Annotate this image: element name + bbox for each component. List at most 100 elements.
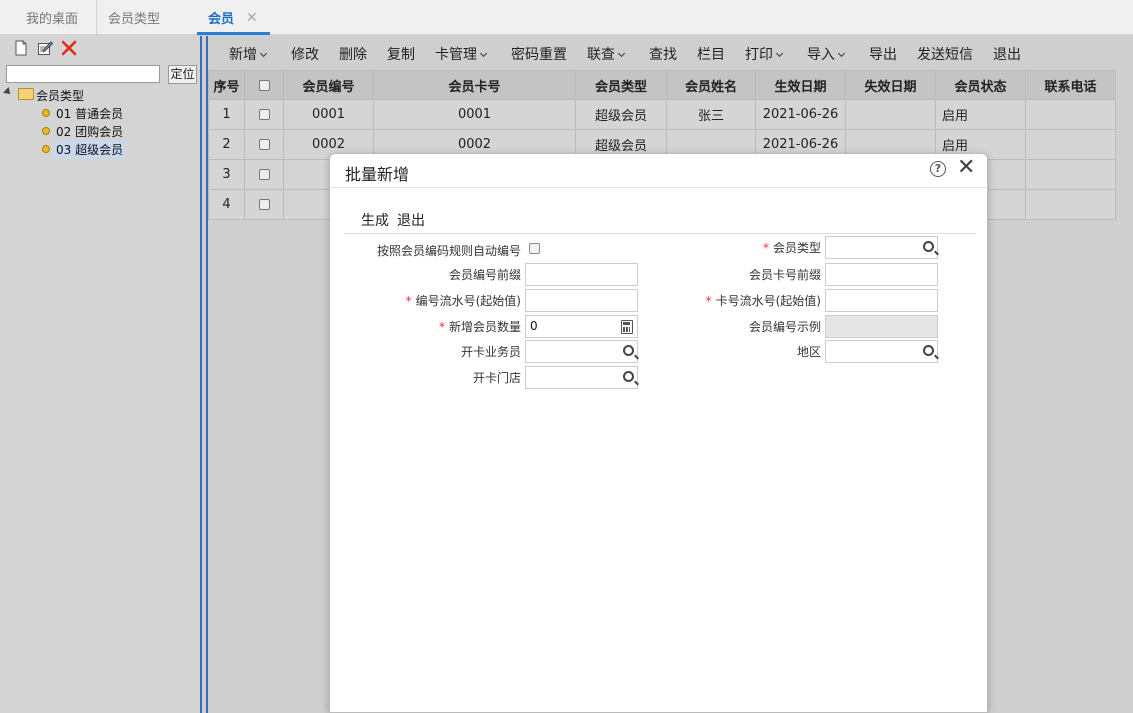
code-example-field xyxy=(825,315,938,338)
salesman-input[interactable] xyxy=(525,340,638,363)
toolbar-import[interactable]: 导入 xyxy=(807,44,846,64)
row-checkbox[interactable] xyxy=(258,199,270,210)
col-header-status[interactable]: 会员状态 xyxy=(935,70,1026,100)
select-all-checkbox[interactable] xyxy=(258,79,270,91)
close-icon[interactable]: ✕ xyxy=(957,156,975,180)
cell-status: 启用 xyxy=(935,99,1026,130)
toolbar-add[interactable]: 新增 xyxy=(229,44,268,64)
col-header-card[interactable]: 会员卡号 xyxy=(373,70,576,100)
col-header-end[interactable]: 失效日期 xyxy=(845,70,936,100)
cell-select[interactable] xyxy=(244,99,284,130)
generate-button[interactable]: 生成 xyxy=(361,213,389,229)
edit-icon[interactable] xyxy=(37,40,53,56)
new-count-input[interactable]: 0 xyxy=(525,315,638,338)
tree-search-input[interactable] xyxy=(6,65,160,83)
row-checkbox[interactable] xyxy=(258,139,270,150)
calculator-icon[interactable] xyxy=(621,320,633,334)
toolbar-card-manage[interactable]: 卡管理 xyxy=(435,44,488,64)
col-header-name[interactable]: 会员姓名 xyxy=(666,70,756,100)
chevron-down-icon xyxy=(479,49,488,58)
toolbar-columns[interactable]: 栏目 xyxy=(697,44,725,64)
col-header-type[interactable]: 会员类型 xyxy=(575,70,667,100)
tab-member[interactable]: 会员 xyxy=(208,0,234,35)
card-serial-input[interactable] xyxy=(825,289,938,312)
cell-phone xyxy=(1025,129,1116,160)
code-prefix-input[interactable] xyxy=(525,263,638,286)
toolbar-linked-query[interactable]: 联查 xyxy=(587,44,626,64)
cell-no: 1 xyxy=(208,99,245,130)
chevron-down-icon xyxy=(259,49,268,58)
left-panel: 定位 会员类型 01 普通会员 02 团购会员 03 超级会员 xyxy=(0,36,200,713)
cell-type: 超级会员 xyxy=(575,99,667,130)
delete-icon[interactable] xyxy=(61,40,77,56)
col-header-phone[interactable]: 联系电话 xyxy=(1025,70,1116,100)
cell-start: 2021-06-26 xyxy=(755,99,846,130)
toolbar-export[interactable]: 导出 xyxy=(869,44,897,64)
toolbar-find[interactable]: 查找 xyxy=(649,44,677,64)
cell-select[interactable] xyxy=(244,159,284,190)
member-type-input[interactable] xyxy=(825,236,938,259)
row-checkbox[interactable] xyxy=(258,109,270,120)
chevron-down-icon xyxy=(837,49,846,58)
code-example-label: 会员编号示例 xyxy=(748,320,821,334)
region-input[interactable] xyxy=(825,340,938,363)
locate-button[interactable]: 定位 xyxy=(168,65,197,84)
node-dot-icon xyxy=(42,109,50,117)
table-header-row: 序号 会员编号 会员卡号 会员类型 会员姓名 生效日期 失效日期 会员状态 联系… xyxy=(208,70,1116,100)
tab-my-desktop[interactable]: 我的桌面 xyxy=(26,0,78,35)
cell-phone xyxy=(1025,99,1116,130)
tab-close-icon[interactable]: ✕ xyxy=(246,10,258,26)
auto-code-checkbox[interactable] xyxy=(529,243,540,254)
toolbar-password-reset[interactable]: 密码重置 xyxy=(511,44,567,64)
tab-member-type[interactable]: 会员类型 xyxy=(96,0,160,35)
code-prefix-label: 会员编号前缀 xyxy=(448,268,521,282)
table-row[interactable]: 1 0001 0001 超级会员 张三 2021-06-26 启用 xyxy=(208,99,1116,130)
search-icon[interactable] xyxy=(923,241,934,252)
help-icon[interactable]: ? xyxy=(930,161,946,177)
cell-select[interactable] xyxy=(244,189,284,220)
dialog-actions-divider xyxy=(345,233,976,234)
toolbar-delete[interactable]: 删除 xyxy=(339,44,367,64)
col-header-code[interactable]: 会员编号 xyxy=(283,70,374,100)
search-icon[interactable] xyxy=(923,345,934,356)
col-header-start[interactable]: 生效日期 xyxy=(755,70,846,100)
card-prefix-label: 会员卡号前缀 xyxy=(748,268,821,282)
new-document-icon[interactable] xyxy=(13,40,29,56)
expand-arrow-icon[interactable] xyxy=(3,87,13,97)
toolbar-exit[interactable]: 退出 xyxy=(993,44,1021,64)
cell-name: 张三 xyxy=(666,99,756,130)
cell-no: 3 xyxy=(208,159,245,190)
toolbar-copy[interactable]: 复制 xyxy=(387,44,415,64)
panel-splitter[interactable] xyxy=(200,36,208,713)
tree-root-label: 会员类型 xyxy=(36,89,85,103)
new-count-label: * 新增会员数量 xyxy=(438,320,521,334)
node-dot-icon xyxy=(42,127,50,135)
store-label: 开卡门店 xyxy=(472,371,521,385)
cell-card: 0001 xyxy=(373,99,576,130)
salesman-label: 开卡业务员 xyxy=(460,345,521,359)
toolbar-send-sms[interactable]: 发送短信 xyxy=(917,44,973,64)
store-input[interactable] xyxy=(525,366,638,389)
dialog-actions: 生成 退出 xyxy=(361,210,433,230)
top-tab-bar: 我的桌面 会员类型 会员 ✕ xyxy=(0,0,1133,35)
col-header-select[interactable] xyxy=(244,70,284,100)
cell-no: 4 xyxy=(208,189,245,220)
toolbar-edit[interactable]: 修改 xyxy=(291,44,319,64)
col-header-no[interactable]: 序号 xyxy=(208,70,245,100)
card-prefix-input[interactable] xyxy=(825,263,938,286)
cell-select[interactable] xyxy=(244,129,284,160)
search-icon[interactable] xyxy=(623,345,634,356)
search-icon[interactable] xyxy=(623,371,634,382)
batch-add-dialog: 批量新增 ? ✕ 生成 退出 按照会员编码规则自动编号 会员编号前缀 * 编号流水号… xyxy=(329,153,988,713)
code-serial-input[interactable] xyxy=(525,289,638,312)
toolbar-print[interactable]: 打印 xyxy=(745,44,784,64)
region-label: 地区 xyxy=(796,345,821,359)
card-serial-label: * 卡号流水号(起始值) xyxy=(705,294,821,308)
row-checkbox[interactable] xyxy=(258,169,270,180)
code-serial-label: * 编号流水号(起始值) xyxy=(405,294,521,308)
tree-item-label: 03 超级会员 xyxy=(54,141,126,158)
tree-item-label: 01 普通会员 xyxy=(56,107,124,121)
exit-button[interactable]: 退出 xyxy=(397,213,425,229)
cell-code: 0001 xyxy=(283,99,374,130)
cell-phone xyxy=(1025,189,1116,220)
